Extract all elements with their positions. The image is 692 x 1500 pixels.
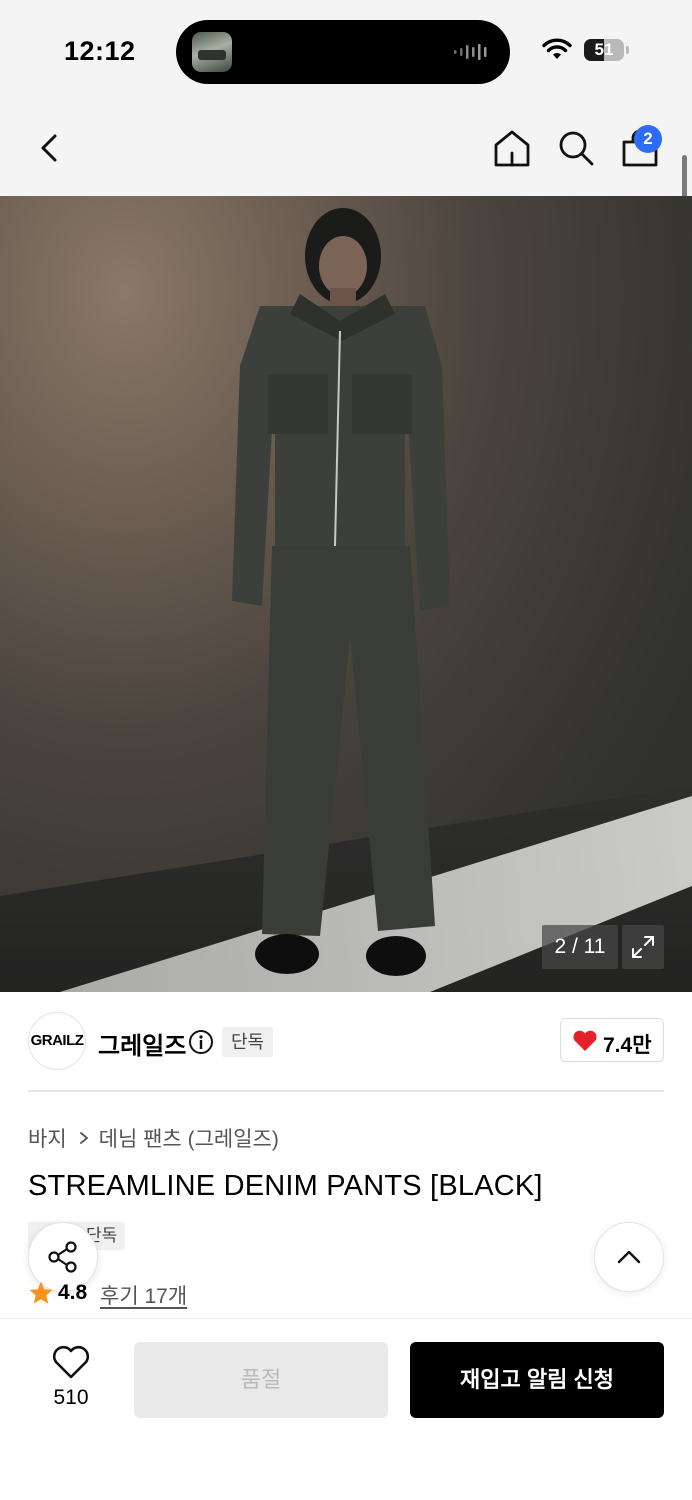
- heart-filled-icon: [573, 1030, 597, 1051]
- restock-alert-button[interactable]: 재입고 알림 신청: [410, 1342, 664, 1418]
- image-counter: 2 / 11: [542, 925, 618, 969]
- heart-outline-icon: [52, 1345, 90, 1379]
- battery-percent: 51: [594, 40, 614, 59]
- home-icon: [494, 130, 530, 167]
- rating-value: 4.8: [58, 1281, 88, 1304]
- reviews-link[interactable]: 후기 17개: [100, 1280, 187, 1310]
- rating: 4.8: [28, 1280, 87, 1306]
- exclusive-badge: 단독: [222, 1027, 274, 1057]
- wifi-icon: [542, 38, 572, 59]
- back-icon: [41, 134, 57, 162]
- breadcrumb: 바지 데님 팬츠 (그레일즈): [28, 1123, 279, 1153]
- chevron-right-icon: [79, 1132, 89, 1144]
- breadcrumb-subcategory[interactable]: 데님 팬츠 (그레일즈): [99, 1123, 279, 1153]
- chevron-up-icon: [617, 1250, 641, 1264]
- brand-logo[interactable]: GRAILZ: [28, 1012, 86, 1070]
- now-playing-artwork: [192, 32, 232, 72]
- product-title: STREAMLINE DENIM PANTS [BLACK]: [28, 1170, 543, 1202]
- brand-name[interactable]: 그레일즈: [98, 1026, 186, 1061]
- soldout-button[interactable]: 품절: [134, 1342, 388, 1418]
- cart-count-badge: 2: [634, 125, 662, 153]
- home-button[interactable]: [492, 128, 532, 172]
- audio-wave-icon: [454, 44, 487, 60]
- brand-like-count: 7.4만: [603, 1034, 652, 1057]
- status-bar: 12:12 51: [0, 0, 692, 100]
- breadcrumb-category[interactable]: 바지: [28, 1123, 67, 1153]
- fullscreen-button[interactable]: [622, 925, 664, 969]
- top-navigation: [0, 100, 692, 196]
- brand-like-button[interactable]: 7.4만: [560, 1018, 664, 1062]
- divider: [28, 1090, 664, 1092]
- product-image-carousel[interactable]: [0, 196, 692, 992]
- back-button[interactable]: [30, 128, 70, 172]
- product-photo: [0, 208, 692, 992]
- product-detail-page: 12:12 51 2 2 / 11 GRAILZ 그레일즈 단독 7.4만 바지…: [0, 0, 692, 1500]
- battery-cap: [626, 46, 629, 54]
- expand-icon: [632, 936, 654, 958]
- battery-indicator: 51: [584, 39, 624, 61]
- status-time: 12:12: [64, 36, 136, 66]
- search-button[interactable]: [556, 128, 596, 172]
- share-icon: [48, 1241, 77, 1273]
- search-icon: [559, 131, 594, 166]
- star-icon: [29, 1281, 53, 1304]
- wishlist-button[interactable]: 510: [36, 1344, 106, 1414]
- wishlist-count: 510: [53, 1386, 89, 1409]
- dynamic-island[interactable]: [176, 20, 510, 84]
- info-icon[interactable]: [188, 1029, 214, 1055]
- scroll-top-button[interactable]: [594, 1222, 664, 1292]
